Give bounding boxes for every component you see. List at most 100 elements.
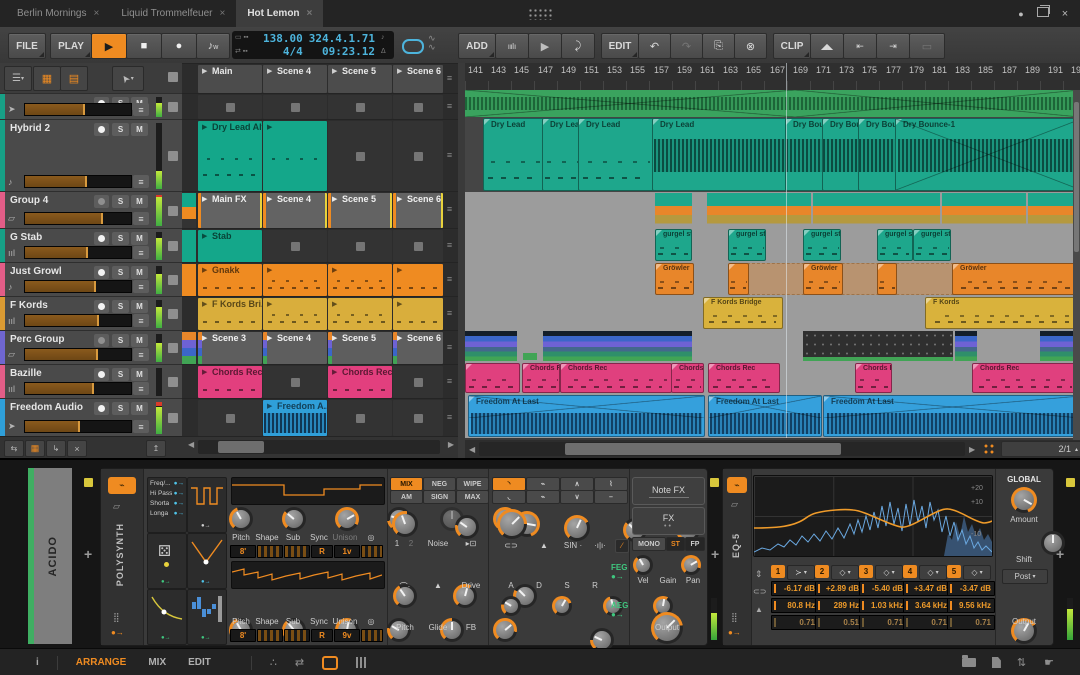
arranger-clip[interactable]: Chords Rec xyxy=(855,363,892,393)
band-type-select[interactable]: ◇▾ xyxy=(963,565,991,580)
modulator-slot[interactable]: Longa ●→ xyxy=(148,508,186,518)
empty-clip-slot[interactable] xyxy=(393,95,443,119)
clip-teal[interactable]: ▶ xyxy=(263,121,327,191)
random-modulator-cell[interactable]: ⚄ ●→ xyxy=(147,533,187,589)
io-routing-icon[interactable]: ∴ xyxy=(270,656,277,669)
edit-pencil-icon[interactable]: ∕ xyxy=(615,539,629,553)
note-fx-slot[interactable]: Note FX xyxy=(632,477,705,505)
play-button[interactable]: ▶ xyxy=(91,33,127,59)
eq-amount-knob[interactable] xyxy=(1011,487,1037,513)
band-q-value[interactable]: 0.51 xyxy=(815,615,863,630)
time-signature[interactable]: 4/4 xyxy=(259,46,302,57)
track-name[interactable]: G Stab xyxy=(10,232,42,243)
clip-chords-rec[interactable]: ▶Chords Rec xyxy=(328,366,392,398)
osc1-wave-display[interactable] xyxy=(231,477,385,505)
file-button[interactable]: FILE xyxy=(8,33,46,59)
mod-route-icon[interactable]: ●→ xyxy=(174,480,184,487)
remote-controls-icon[interactable]: ⣿ xyxy=(113,612,120,623)
osc2-voices-value[interactable]: 9v xyxy=(334,629,360,642)
arranger-scrollbar[interactable] xyxy=(479,442,965,456)
add-button[interactable]: ADD xyxy=(458,33,496,59)
clip-stop-button[interactable] xyxy=(168,343,178,353)
empty-clip-slot[interactable] xyxy=(198,400,262,436)
mute-button[interactable]: M xyxy=(131,402,148,415)
solo-button[interactable]: S xyxy=(112,232,129,245)
group-clip-summary[interactable] xyxy=(803,331,953,361)
record-button[interactable]: ● xyxy=(161,33,197,59)
mod-out-icon[interactable]: ●→ xyxy=(201,523,211,529)
track-name[interactable]: Hybrid 2 xyxy=(10,123,50,134)
resonance-knob[interactable] xyxy=(564,515,590,541)
scene-6[interactable]: ▶Scene 6 xyxy=(393,65,443,93)
close-icon[interactable]: × xyxy=(219,8,225,19)
empty-clip-slot[interactable] xyxy=(393,400,443,436)
scale-down-icon[interactable]: ⇤ xyxy=(843,33,877,59)
clip-stop-button[interactable] xyxy=(168,241,178,251)
preset-folder-icon[interactable]: ▱ xyxy=(113,501,120,512)
group-scene-5[interactable]: ▶Scene 5 xyxy=(328,193,392,228)
shuffle-tracks-icon[interactable]: ⇆ xyxy=(4,440,24,457)
volume-slider[interactable] xyxy=(24,212,132,225)
tempo-value[interactable]: 138.00 xyxy=(259,33,302,44)
arranger-clip[interactable]: Gröwler xyxy=(655,263,694,295)
arranger-clip[interactable]: Dry Bounce-1 xyxy=(895,118,1080,191)
track-row[interactable]: Just Growl S M ♪ ≡ xyxy=(0,262,182,297)
band-gain-value[interactable]: +3.47 dB xyxy=(903,581,951,596)
row-menu-icon[interactable]: ≡ xyxy=(443,274,456,284)
mod-route-icon[interactable]: ●→ xyxy=(174,510,184,517)
track-menu-icon[interactable]: ☰▾ xyxy=(4,66,32,91)
empty-clip-slot[interactable] xyxy=(198,95,262,119)
track-options-icon[interactable]: ≡ xyxy=(133,348,149,361)
arranger-clip[interactable]: gurgel stal xyxy=(877,229,913,261)
clip-stop-button[interactable] xyxy=(168,206,178,216)
project-tab[interactable]: Hot Lemon × xyxy=(236,0,323,27)
arranger-clip[interactable]: Dry Lead xyxy=(652,118,787,191)
arranger-clip[interactable]: Chords Rec xyxy=(522,363,560,393)
osc-mix-knob[interactable] xyxy=(392,511,418,537)
mixer-view-icon[interactable]: ▦ xyxy=(33,66,61,91)
neg-mode-button[interactable]: NEG xyxy=(423,477,456,491)
arranger-clip[interactable]: Chords Rec xyxy=(972,363,1080,393)
modulator-list-cell[interactable]: Freq/... ●→ Hi Pass ●→ Shorta ●→ Longa ●… xyxy=(147,477,187,533)
multi-panel-icon[interactable] xyxy=(356,657,367,668)
track-options-icon[interactable]: ≡ xyxy=(133,280,149,293)
osc1-retrig-value[interactable]: R xyxy=(311,545,333,558)
feg-attack-knob[interactable] xyxy=(501,596,521,616)
mod-out-icon[interactable]: ●→ xyxy=(201,579,211,585)
track-name[interactable]: Perc Group xyxy=(10,334,64,345)
band-number-button[interactable]: 4 xyxy=(903,565,917,578)
band-type-select[interactable]: ◇▾ xyxy=(831,565,859,580)
arranger-clip[interactable]: Gröwler xyxy=(803,263,843,295)
group-scene-4[interactable]: ▶Scene 4 xyxy=(263,193,327,228)
clip-stop-button[interactable] xyxy=(168,102,178,112)
solo-button[interactable]: S xyxy=(112,402,129,415)
group-clip-summary[interactable] xyxy=(655,193,692,225)
scene-menu-icon[interactable]: ≡ xyxy=(443,73,456,83)
edit-button[interactable]: EDIT xyxy=(601,33,639,59)
volume-slider[interactable] xyxy=(24,103,132,116)
feg-decay-knob[interactable] xyxy=(552,596,572,616)
filter-hp-button[interactable]: ◟ xyxy=(492,490,526,504)
scroll-up-icon[interactable]: ↥ xyxy=(146,440,166,457)
clip-stop-button[interactable] xyxy=(168,377,178,387)
group-scene-6[interactable]: ▶Scene 6 xyxy=(393,193,443,228)
osc1-shape-knob[interactable] xyxy=(282,507,306,531)
osc1-pitch-knob[interactable] xyxy=(229,507,253,531)
band-number-button[interactable]: 5 xyxy=(947,565,961,578)
row-menu-icon[interactable]: ≡ xyxy=(443,240,456,250)
aeg-label[interactable]: AEG●→ xyxy=(611,601,628,619)
osc2-octave-value[interactable]: 8' xyxy=(230,629,256,642)
envelope-modulator-cell[interactable]: ●→ xyxy=(187,533,227,589)
add-device-button[interactable]: + xyxy=(1056,546,1064,562)
track-row[interactable]: Bazille S M ııl ≡ xyxy=(0,364,182,399)
band-gain-value[interactable]: -3.47 dB xyxy=(947,581,995,596)
row-menu-icon[interactable]: ≡ xyxy=(443,150,456,160)
play-menu-button[interactable]: PLAY xyxy=(50,33,92,59)
track-name[interactable]: Just Growl xyxy=(10,266,62,277)
playhead[interactable] xyxy=(786,63,787,438)
link-icon[interactable]: ⇄ xyxy=(295,656,304,669)
osc1-sub-value[interactable] xyxy=(284,545,310,558)
osc2-retrig-value[interactable]: R xyxy=(311,629,333,642)
arranger-clip[interactable]: Dry Lead xyxy=(483,118,544,191)
track-name[interactable]: Bazille xyxy=(10,368,42,379)
